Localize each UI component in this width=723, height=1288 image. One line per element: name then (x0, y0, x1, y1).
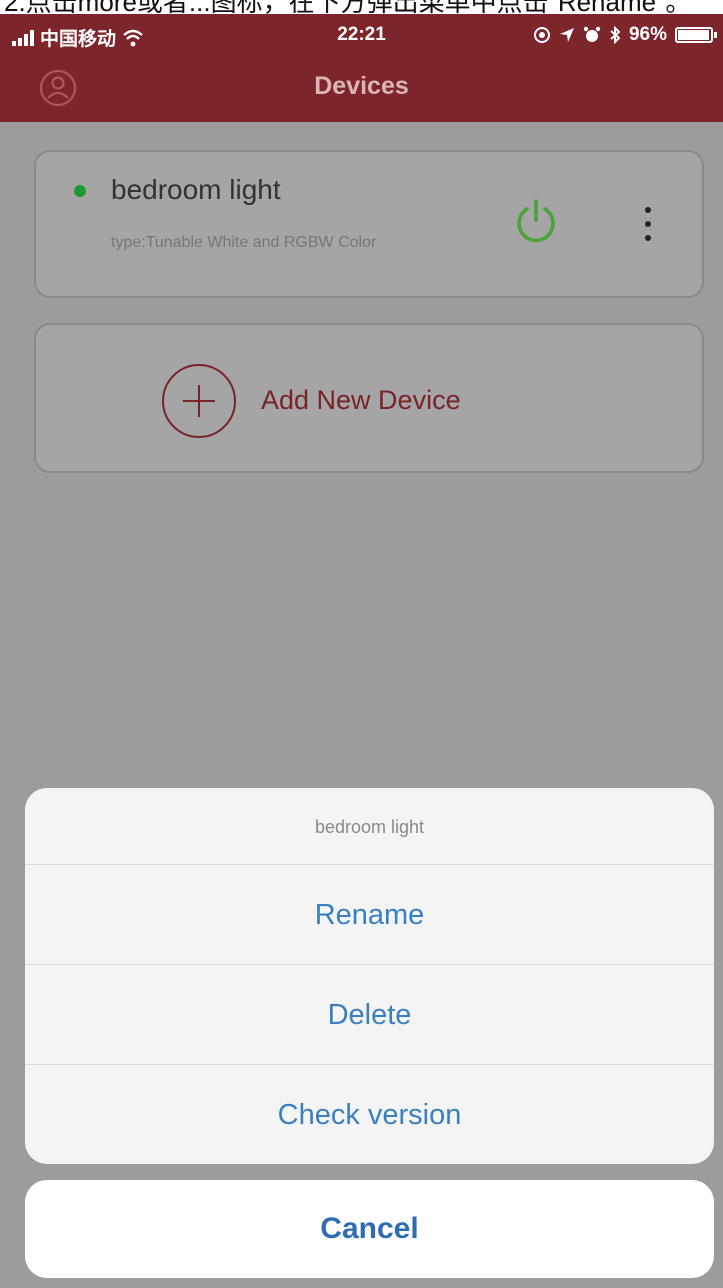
battery-icon (675, 27, 717, 43)
nav-bar: Devices (0, 56, 723, 122)
action-sheet-title: bedroom light (25, 788, 714, 865)
add-device-card[interactable]: Add New Device (34, 323, 704, 473)
device-name: bedroom light (111, 174, 281, 205)
check-version-button[interactable]: Check version (25, 1065, 714, 1164)
power-icon[interactable] (512, 198, 560, 246)
device-card[interactable]: bedroom light type:Tunable White and RGB… (34, 150, 704, 298)
status-right: 96% (533, 24, 717, 46)
location-arrow-icon (559, 28, 574, 42)
delete-button[interactable]: Delete (25, 965, 714, 1065)
battery-percent: 96% (628, 24, 667, 45)
cancel-button[interactable]: Cancel (25, 1180, 714, 1278)
add-new-device-label: Add New Device (261, 385, 461, 415)
location-lock-icon (533, 27, 550, 43)
action-sheet: bedroom light Rename Delete Check versio… (25, 788, 714, 1164)
status-bar: 中国移动 22:21 96% (0, 14, 723, 56)
bluetooth-icon (610, 26, 621, 44)
tutorial-caption: 2.点击more或者...图标，在下方弹出菜单中点击"Rename"。 (0, 0, 723, 14)
page-title: Devices (314, 72, 409, 100)
more-vertical-icon[interactable] (636, 204, 660, 244)
plus-circle-icon (162, 364, 236, 438)
alarm-icon (583, 26, 601, 42)
rename-button[interactable]: Rename (25, 865, 714, 965)
tutorial-caption-text: 2.点击more或者...图标，在下方弹出菜单中点击"Rename"。 (4, 0, 691, 14)
device-type: type:Tunable White and RGBW Color (111, 234, 377, 251)
online-status-dot (74, 185, 86, 197)
